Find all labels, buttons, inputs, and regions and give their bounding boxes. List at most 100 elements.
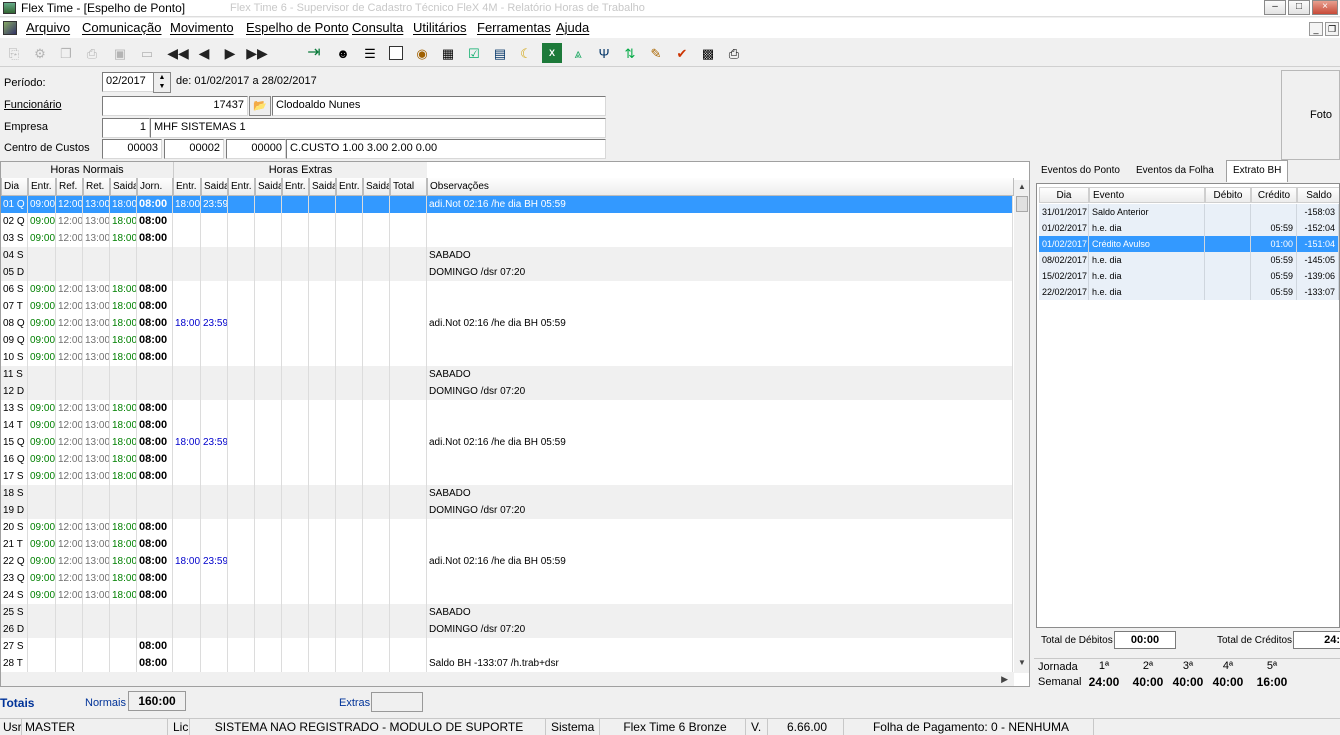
grid-vertical-scrollbar[interactable]: ▲ ▼	[1014, 180, 1029, 673]
document-icon[interactable]: ▭	[137, 43, 157, 63]
save-icon[interactable]: ▣	[110, 43, 130, 63]
table-row[interactable]: 07 T 09:00 12:00 13:00 18:00 08:00	[1, 298, 1013, 315]
exit-icon[interactable]: ⇥	[304, 43, 324, 63]
lookup-folder-icon[interactable]: 📂	[249, 96, 271, 116]
col-header-extra-saida-3[interactable]: Saida	[309, 178, 336, 196]
table-row[interactable]: 16 Q 09:00 12:00 13:00 18:00 08:00	[1, 451, 1013, 468]
col-header-extra-entrada-2[interactable]: Entr.	[228, 178, 255, 196]
table-icon[interactable]: ▦	[438, 43, 458, 63]
table-row[interactable]: 03 S 09:00 12:00 13:00 18:00 08:00	[1, 230, 1013, 247]
spin-down-icon[interactable]: ▼	[154, 82, 170, 91]
extrato-row[interactable]: 15/02/2017 h.e. dia 05:59 -139:06	[1039, 268, 1339, 284]
check-icon[interactable]: ☑	[464, 43, 484, 63]
col-header-extra-entrada-4[interactable]: Entr.	[336, 178, 363, 196]
tab-eventos-da-folha[interactable]: Eventos da Folha	[1130, 161, 1220, 181]
table-row[interactable]: 15 Q 09:00 12:00 13:00 18:00 08:00 18:00 23:59 a…	[1, 434, 1013, 451]
scroll-down-icon[interactable]: ▼	[1018, 658, 1026, 667]
table-row[interactable]: 20 S 09:00 12:00 13:00 18:00 08:00	[1, 519, 1013, 536]
moon-icon[interactable]: ☾	[516, 43, 536, 63]
table-row[interactable]: 01 Q 09:00 12:00 13:00 18:00 08:00 18:00 23:59 a…	[1, 196, 1013, 213]
transfer-icon[interactable]: ⇅	[620, 43, 640, 63]
table-row[interactable]: 09 Q 09:00 12:00 13:00 18:00 08:00	[1, 332, 1013, 349]
table-row[interactable]: 22 Q 09:00 12:00 13:00 18:00 08:00 18:00 23:59 a…	[1, 553, 1013, 570]
edit-icon[interactable]: ✎	[646, 43, 666, 63]
table-row[interactable]: 26 D DOMINGO /dsr 07:20	[1, 621, 1013, 638]
extrato-row[interactable]: 22/02/2017 h.e. dia 05:59 -133:07	[1039, 284, 1339, 300]
mdi-restore-button[interactable]: ❐	[1325, 22, 1339, 36]
col-header-extra-saida-2[interactable]: Saida	[255, 178, 282, 196]
table-row[interactable]: 23 Q 09:00 12:00 13:00 18:00 08:00	[1, 570, 1013, 587]
table-row[interactable]: 13 S 09:00 12:00 13:00 18:00 08:00	[1, 400, 1013, 417]
table-row[interactable]: 02 Q 09:00 12:00 13:00 18:00 08:00	[1, 213, 1013, 230]
table-row[interactable]: 08 Q 09:00 12:00 13:00 18:00 08:00 18:00 23:59 a…	[1, 315, 1013, 332]
col-header-extra-saida-1[interactable]: Saida	[201, 178, 228, 196]
grid-horizontal-scrollbar[interactable]: ▶	[1, 672, 1014, 686]
table-row[interactable]: 04 S SABADO	[1, 247, 1013, 264]
menu-espelho-de-ponto[interactable]: Espelho de Ponto	[246, 20, 349, 35]
table-row[interactable]: 19 D DOMINGO /dsr 07:20	[1, 502, 1013, 519]
menu-consulta[interactable]: Consulta	[352, 20, 403, 35]
copy-icon[interactable]: ❐	[56, 43, 76, 63]
menu-utilitarios[interactable]: Utilitários	[413, 20, 466, 35]
table-row[interactable]: 17 S 09:00 12:00 13:00 18:00 08:00	[1, 468, 1013, 485]
table-row[interactable]: 21 T 09:00 12:00 13:00 18:00 08:00	[1, 536, 1013, 553]
document-window-icon[interactable]	[3, 21, 17, 35]
print-icon[interactable]: ⎙	[82, 43, 102, 63]
col-header-saida[interactable]: Saida	[110, 178, 137, 196]
col-header-dia[interactable]: Dia	[1, 178, 28, 196]
col-header-jornada[interactable]: Jorn.	[137, 178, 173, 196]
col-header-extra-entrada-1[interactable]: Entr.	[173, 178, 201, 196]
extrato-row[interactable]: 08/02/2017 h.e. dia 05:59 -145:05	[1039, 252, 1339, 268]
table-row[interactable]: 27 S 08:00	[1, 638, 1013, 655]
minimize-button[interactable]: –	[1264, 0, 1286, 15]
col-header-extra-saida-4[interactable]: Saida	[363, 178, 390, 196]
maximize-button[interactable]: □	[1288, 0, 1310, 15]
excel-icon[interactable]: X	[542, 43, 562, 63]
scroll-right-icon[interactable]: ▶	[1001, 674, 1008, 685]
first-record-icon[interactable]: ◀◀	[167, 43, 189, 63]
menu-movimento[interactable]: Movimento	[170, 20, 234, 35]
col-header-total[interactable]: Total	[390, 178, 427, 196]
person-icon[interactable]: ☻	[333, 43, 353, 63]
table-row[interactable]: 25 S SABADO	[1, 604, 1013, 621]
col-header-extra-entrada-3[interactable]: Entr.	[282, 178, 309, 196]
menu-arquivo[interactable]: Arquivo	[26, 20, 70, 35]
new-icon[interactable]: ⎘	[4, 43, 24, 63]
spin-up-icon[interactable]: ▲	[154, 73, 170, 82]
extrato-row[interactable]: 31/01/2017 Saldo Anterior -158:03	[1039, 204, 1339, 220]
col-header-refeicao[interactable]: Ref.	[56, 178, 83, 196]
printer-icon[interactable]: ⎙	[724, 43, 744, 63]
scroll-thumb[interactable]	[1016, 196, 1028, 212]
table-row[interactable]: 18 S SABADO	[1, 485, 1013, 502]
calculator-icon[interactable]: ▩	[698, 43, 718, 63]
table-row[interactable]: 06 S 09:00 12:00 13:00 18:00 08:00	[1, 281, 1013, 298]
previous-record-icon[interactable]: ◀	[194, 43, 214, 63]
table-row[interactable]: 11 S SABADO	[1, 366, 1013, 383]
list-icon[interactable]: ☰	[360, 43, 380, 63]
chart-icon[interactable]: ✔	[672, 43, 692, 63]
last-record-icon[interactable]: ▶▶	[246, 43, 268, 63]
funcionario-id-input[interactable]: 17437	[102, 96, 248, 116]
periodo-input[interactable]: 02/2017	[102, 72, 154, 92]
col-header-retorno[interactable]: Ret.	[83, 178, 110, 196]
mdi-minimize-button[interactable]: _	[1309, 22, 1323, 36]
config-icon[interactable]: ⚙	[30, 43, 50, 63]
table-row[interactable]: 12 D DOMINGO /dsr 07:20	[1, 383, 1013, 400]
coins-icon[interactable]: ◉	[412, 43, 432, 63]
table-row[interactable]: 14 T 09:00 12:00 13:00 18:00 08:00	[1, 417, 1013, 434]
table-row[interactable]: 05 D DOMINGO /dsr 07:20	[1, 264, 1013, 281]
close-button[interactable]: ×	[1312, 0, 1338, 15]
calendar-icon[interactable]: ▤	[490, 43, 510, 63]
table-row[interactable]: 28 T 08:00 Saldo BH -133:07 /h.trab+dsr	[1, 655, 1013, 672]
fork-icon[interactable]: Ψ	[594, 43, 614, 63]
table-row[interactable]: 10 S 09:00 12:00 13:00 18:00 08:00	[1, 349, 1013, 366]
next-record-icon[interactable]: ▶	[220, 43, 240, 63]
grid-icon[interactable]	[386, 43, 406, 63]
menu-ferramentas[interactable]: Ferramentas	[477, 20, 551, 35]
menu-ajuda[interactable]: Ajuda	[556, 20, 589, 35]
extrato-row[interactable]: 01/02/2017 h.e. dia 05:59 -152:04	[1039, 220, 1339, 236]
periodo-spinner[interactable]: ▲ ▼	[153, 72, 171, 93]
badge-icon[interactable]: ⩓	[568, 43, 588, 63]
tab-extrato-bh[interactable]: Extrato BH	[1226, 160, 1289, 182]
scroll-up-icon[interactable]: ▲	[1018, 182, 1026, 191]
